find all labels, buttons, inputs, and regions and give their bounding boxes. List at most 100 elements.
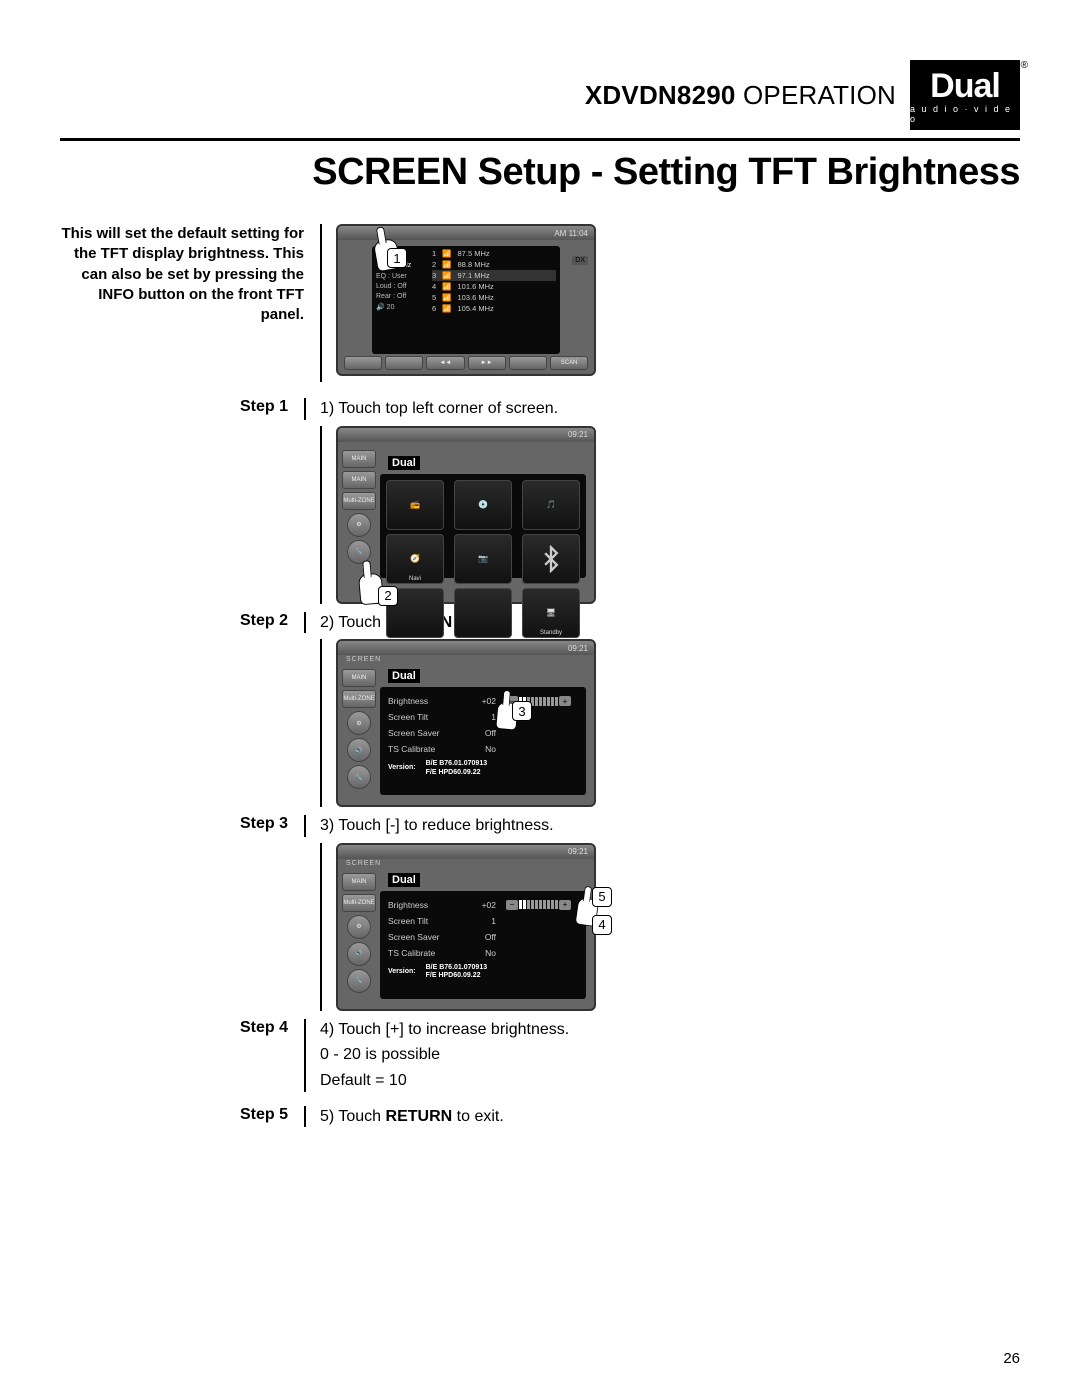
icon-camera[interactable]: 📷	[454, 534, 512, 584]
tilt-v: 1	[468, 712, 496, 722]
ver2: F/E HPD60.09.22	[426, 972, 481, 979]
shot2-side-buttons: MAIN MAIN Multi-ZONE ⚙ 🔧	[342, 450, 376, 564]
side-main2[interactable]: MAIN	[342, 471, 376, 489]
botbtn-scan[interactable]: SCAN	[550, 356, 588, 370]
p6n: 6	[432, 304, 436, 313]
plus-button[interactable]: +	[559, 696, 571, 706]
side-mz[interactable]: Multi-ZONE	[342, 690, 376, 708]
shot4-side-buttons: MAIN Multi-ZONE ⚙ 🔊 🔧	[342, 873, 376, 993]
ver-k: Version:	[388, 764, 416, 772]
callout-5: 5	[592, 887, 612, 907]
shot2-grid: 📻 💿 🎵 Navi🧭 📷 Standby🖥	[380, 474, 586, 578]
step-5-label: Step 5	[60, 1106, 304, 1124]
botbtn-prev[interactable]: ◄◄	[426, 356, 464, 370]
default-note: Default = 10	[320, 1070, 569, 1092]
divider-vertical	[304, 398, 306, 420]
side-screen-icon[interactable]: ⚙	[347, 513, 371, 537]
shot1-preset-list: 1📶87.5 MHz 2📶88.8 MHz 3📶97.1 MHz 4📶101.6…	[432, 248, 556, 314]
shot1-rear: Rear : Off	[376, 293, 424, 300]
step-1-text: 1) Touch top left corner of screen.	[320, 398, 558, 420]
row-brightness: Brightness +02 − +	[388, 693, 578, 709]
ver1: B/E B76.01.070913	[426, 964, 488, 971]
side-icon[interactable]: ⚙	[347, 915, 371, 939]
saver-k: Screen Saver	[388, 728, 458, 738]
p3f: 97.1 MHz	[458, 271, 490, 280]
logo-main: Dual	[930, 67, 1000, 106]
shot3-clock: 09:21	[568, 644, 588, 653]
shot1-vol: 20	[387, 304, 395, 311]
divider-vertical	[304, 815, 306, 837]
step-2-label: Step 2	[60, 612, 304, 630]
icon-bluetooth[interactable]	[522, 534, 580, 584]
step-1-label: Step 1	[60, 398, 304, 416]
botbtn[interactable]	[344, 356, 382, 370]
callout-2: 2	[378, 586, 398, 606]
shot1-dx: DX	[572, 256, 588, 265]
ver1: B/E B76.01.070913	[426, 760, 488, 767]
side-main[interactable]: MAIN	[342, 450, 376, 468]
brightness-bar: − +	[506, 900, 571, 910]
saver-v: Off	[468, 728, 496, 738]
side-icon[interactable]: 🔧	[347, 969, 371, 993]
step-4-text: 4) Touch [+] to increase brightness. 0 -…	[320, 1019, 569, 1092]
botbtn[interactable]	[385, 356, 423, 370]
p1f: 87.5 MHz	[458, 249, 490, 258]
callout-1: 1	[387, 248, 407, 268]
step-5: Step 5 5) Touch RETURN to exit.	[60, 1106, 1020, 1128]
header-text: XDVDN8290 OPERATION	[585, 80, 896, 111]
shot2-wrap: 09:21 MAIN MAIN Multi-ZONE ⚙ 🔧 Dual 📻 💿 …	[320, 426, 1020, 604]
step-5-text: 5) Touch RETURN to exit.	[320, 1106, 504, 1128]
side-main[interactable]: MAIN	[342, 669, 376, 687]
divider-vertical	[304, 1106, 306, 1128]
side-mz[interactable]: Multi-ZONE	[342, 894, 376, 912]
shot4-title: SCREEN	[346, 860, 381, 867]
screenshot-3-screen-settings: 09:21 SCREEN MAIN Multi-ZONE ⚙ 🔊 🔧 Dual …	[336, 639, 596, 807]
content: This will set the default setting for th…	[60, 224, 1020, 382]
tilt-v: 1	[468, 916, 496, 926]
step-4: Step 4 4) Touch [+] to increase brightne…	[60, 1019, 1020, 1092]
side-main[interactable]: MAIN	[342, 873, 376, 891]
cal-v: No	[468, 948, 496, 958]
shot1-eq: EQ : User	[376, 273, 424, 280]
screenshot-1-tuner: AM 11:04 FM ST 97.1 Hz EQ : User Loud : …	[336, 224, 596, 376]
plus-button[interactable]: +	[559, 900, 571, 910]
icon-navi[interactable]: Navi🧭	[386, 534, 444, 584]
saver-v: Off	[468, 932, 496, 942]
minus-button[interactable]: −	[506, 900, 518, 910]
icon-disc[interactable]: 💿	[454, 480, 512, 530]
p6f: 105.4 MHz	[458, 304, 494, 313]
botbtn-next[interactable]: ►►	[468, 356, 506, 370]
shot3-side-buttons: MAIN Multi-ZONE ⚙ 🔊 🔧	[342, 669, 376, 789]
divider-horizontal	[60, 138, 1020, 141]
icon-radio[interactable]: 📻	[386, 480, 444, 530]
p2f: 88.8 MHz	[458, 260, 490, 269]
section-label: OPERATION	[743, 80, 896, 110]
shot2-clock: 09:21	[568, 430, 588, 439]
page-title: SCREEN Setup - Setting TFT Brightness	[60, 151, 1020, 194]
p5f: 103.6 MHz	[458, 293, 494, 302]
side-mz[interactable]: Multi-ZONE	[342, 492, 376, 510]
steps-block: Step 1 1) Touch top left corner of scree…	[60, 390, 1020, 1133]
botbtn[interactable]	[509, 356, 547, 370]
shot4-topbar: 09:21	[338, 845, 594, 859]
brand-logo: ® Dual a u d i o · v i d e o	[910, 60, 1020, 130]
shot4-logo: Dual	[388, 873, 420, 887]
header: XDVDN8290 OPERATION ® Dual a u d i o · v…	[60, 60, 1020, 130]
ver-k: Version:	[388, 968, 416, 976]
side-icon[interactable]: 🔊	[347, 942, 371, 966]
icon-ipod[interactable]: 🎵	[522, 480, 580, 530]
logo-sub: a u d i o · v i d e o	[910, 104, 1020, 124]
screenshot-4-screen-settings: 09:21 SCREEN MAIN Multi-ZONE ⚙ 🔊 🔧 Dual …	[336, 843, 596, 1011]
p4f: 101.6 MHz	[458, 282, 494, 291]
right-column: AM 11:04 FM ST 97.1 Hz EQ : User Loud : …	[336, 224, 1020, 382]
ver2: F/E HPD60.09.22	[426, 769, 481, 776]
left-column: This will set the default setting for th…	[60, 224, 320, 382]
icon-standby[interactable]: Standby🖥	[522, 588, 580, 638]
side-icon[interactable]: 🔊	[347, 738, 371, 762]
shot3-topbar: 09:21	[338, 641, 594, 655]
shot1-clock: AM 11:04	[554, 229, 588, 238]
icon-blank[interactable]	[454, 588, 512, 638]
shot3-title: SCREEN	[346, 656, 381, 663]
side-icon[interactable]: 🔧	[347, 765, 371, 789]
side-icon[interactable]: ⚙	[347, 711, 371, 735]
